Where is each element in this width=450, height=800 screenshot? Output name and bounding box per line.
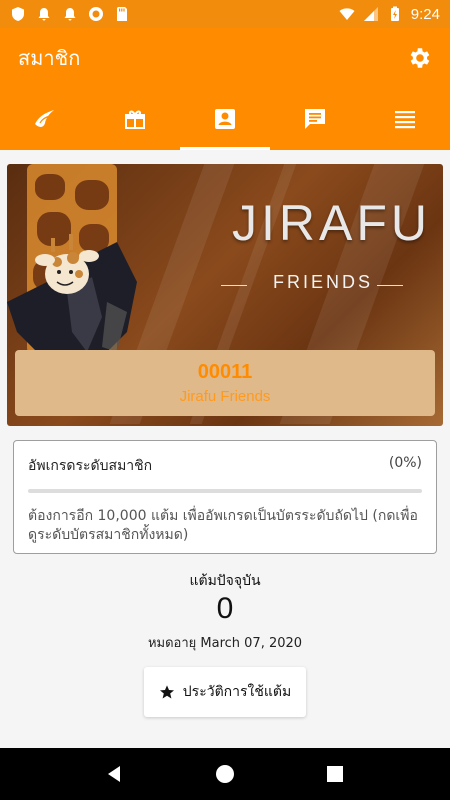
bird-logo-icon: [35, 110, 54, 127]
upgrade-percent: (0%): [388, 455, 422, 471]
member-number: 00011: [197, 361, 253, 383]
current-points-label: แต้มปัจจุบัน: [189, 573, 261, 589]
brand-subtitle: FRIENDS: [272, 272, 373, 292]
current-points-value: 0: [216, 592, 234, 625]
message-icon: [305, 109, 325, 129]
status-time: 9:24: [410, 5, 440, 23]
recents-icon[interactable]: [324, 763, 346, 785]
tab-home[interactable]: [0, 88, 90, 150]
shield-icon: [12, 7, 24, 21]
tab-menu[interactable]: [360, 88, 450, 150]
member-info-card: 00011 Jirafu Friends: [15, 350, 435, 416]
tab-bar: [0, 88, 450, 150]
member-content: JIRAFU FRIENDS 00011 Jirafu Friends อัพเ…: [0, 150, 450, 748]
wifi-icon: [339, 8, 355, 20]
tab-messages[interactable]: [270, 88, 360, 150]
points-history-label: ประวัติการใช้แต้ม: [182, 684, 292, 700]
tab-rewards[interactable]: [90, 88, 180, 150]
upgrade-progress-bar: [28, 489, 422, 493]
notification-bell-icon: [38, 8, 50, 21]
page-title: สมาชิก: [18, 46, 81, 70]
status-bar: 9:24: [0, 0, 450, 28]
upgrade-level-card[interactable]: อัพเกรดระดับสมาชิก (0%) ต้องการอีก 10,00…: [13, 440, 437, 554]
notification-bell-icon: [64, 8, 76, 21]
upgrade-description: ต้องการอีก 10,000 แต้ม เพื่ออัพเกรดเป็นบ…: [28, 508, 418, 543]
home-icon[interactable]: [214, 763, 236, 785]
back-icon[interactable]: [104, 763, 126, 785]
giraffe-mascot-image: [7, 234, 137, 362]
star-icon: [159, 685, 174, 699]
battery-charging-icon: [390, 6, 399, 21]
upgrade-title: อัพเกรดระดับสมาชิก: [28, 458, 153, 474]
brand-logo-text: JIRAFU: [232, 195, 431, 251]
points-expiry: หมดอายุ March 07, 2020: [147, 636, 303, 651]
member-card-icon: [215, 109, 235, 129]
cellular-signal-icon: [363, 7, 378, 21]
system-nav-bar: [0, 748, 450, 800]
camera-icon: [89, 7, 103, 21]
sd-card-icon: [117, 7, 127, 21]
menu-icon: [395, 111, 415, 129]
member-tier: Jirafu Friends: [179, 388, 271, 405]
points-history-button[interactable]: ประวัติการใช้แต้ม: [144, 667, 306, 717]
tab-member[interactable]: [180, 88, 270, 150]
member-card-banner[interactable]: JIRAFU FRIENDS 00011 Jirafu Friends: [7, 164, 443, 426]
app-bar: สมาชิก: [0, 28, 450, 88]
gift-icon: [125, 110, 145, 129]
gear-icon[interactable]: [406, 45, 432, 71]
